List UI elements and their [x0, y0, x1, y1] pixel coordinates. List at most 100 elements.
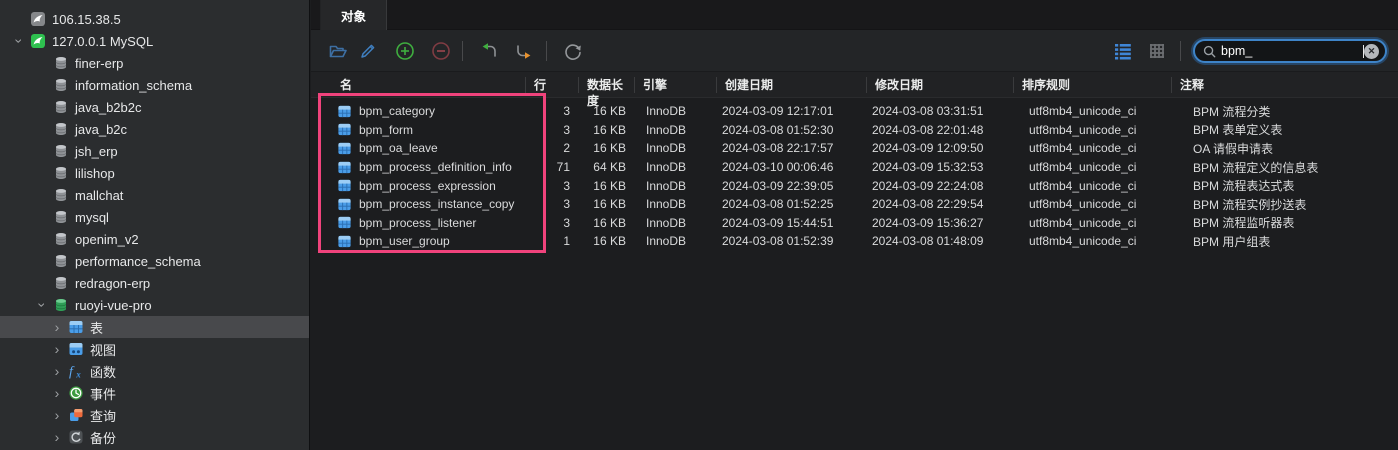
objects-panel: 对象 [311, 0, 1398, 450]
tree-item-icon [53, 187, 69, 203]
table-row[interactable]: bpm_process_instance_copy 3 16 KB InnoDB… [311, 195, 1398, 214]
table-icon [337, 234, 352, 249]
tree-item-label: jsh_erp [75, 144, 118, 159]
data-length: 16 KB [578, 179, 634, 193]
collation: utf8mb4_unicode_ci [1013, 216, 1171, 230]
comment: BPM 用户组表 [1171, 233, 1398, 250]
column-header-rows[interactable]: 行 [525, 77, 578, 93]
table-row[interactable]: bpm_process_listener 3 16 KB InnoDB 2024… [311, 214, 1398, 233]
tree-item[interactable]: openim_v2 [0, 228, 309, 250]
chevron-icon[interactable] [46, 341, 68, 357]
tree-item[interactable]: 表 [0, 316, 309, 338]
clear-search-button[interactable]: ✕ [1364, 44, 1379, 59]
column-header-datalen[interactable]: 数据长度 [578, 77, 634, 93]
tree-item-label: mysql [75, 210, 109, 225]
engine: InnoDB [634, 197, 716, 211]
tree-item[interactable]: jsh_erp [0, 140, 309, 162]
table-row[interactable]: bpm_process_definition_info 71 64 KB Inn… [311, 158, 1398, 177]
tab-objects-label: 对象 [341, 6, 366, 25]
tree-item[interactable]: finer-erp [0, 52, 309, 74]
tree-item[interactable]: information_schema [0, 74, 309, 96]
chevron-icon[interactable] [46, 429, 68, 445]
tree-item-icon [53, 297, 69, 313]
refresh-button[interactable] [563, 41, 583, 61]
row-count: 3 [525, 104, 578, 118]
tree-item[interactable]: lilishop [0, 162, 309, 184]
export-wizard-button[interactable] [514, 41, 534, 61]
design-table-button[interactable] [358, 41, 378, 61]
engine: InnoDB [634, 123, 716, 137]
table-name: bpm_category [359, 104, 435, 118]
row-count: 2 [525, 141, 578, 155]
tree-item[interactable]: 函数 [0, 360, 309, 382]
chevron-icon[interactable] [46, 363, 68, 379]
row-count: 3 [525, 123, 578, 137]
tab-objects[interactable]: 对象 [320, 0, 387, 30]
data-length: 16 KB [578, 123, 634, 137]
table-row[interactable]: bpm_oa_leave 2 16 KB InnoDB 2024-03-08 2… [311, 139, 1398, 158]
row-count: 3 [525, 216, 578, 230]
created-date: 2024-03-08 01:52:25 [716, 197, 866, 211]
tree-item-icon [30, 33, 46, 49]
import-wizard-button[interactable] [479, 41, 499, 61]
search-icon [1203, 45, 1216, 58]
tree-item-icon [68, 429, 84, 445]
table-icon [337, 178, 352, 193]
tree-item[interactable]: mallchat [0, 184, 309, 206]
tree-item[interactable]: performance_schema [0, 250, 309, 272]
tree-item[interactable]: 事件 [0, 382, 309, 404]
table-row[interactable]: bpm_process_expression 3 16 KB InnoDB 20… [311, 176, 1398, 195]
tab-bar: 对象 [311, 0, 1398, 30]
tree-item[interactable]: mysql [0, 206, 309, 228]
column-header-comment[interactable]: 注释 [1171, 77, 1398, 93]
row-count: 1 [525, 234, 578, 248]
tree-item[interactable]: ruoyi-vue-pro [0, 294, 309, 316]
table-row[interactable]: bpm_category 3 16 KB InnoDB 2024-03-09 1… [311, 102, 1398, 121]
object-toolbar: bpm_ ✕ [311, 30, 1398, 72]
tree-item[interactable]: redragon-erp [0, 272, 309, 294]
toolbar-separator [546, 41, 547, 61]
search-input[interactable]: bpm_ ✕ [1193, 39, 1387, 63]
new-table-button[interactable] [395, 41, 415, 61]
engine: InnoDB [634, 104, 716, 118]
delete-table-button[interactable] [431, 41, 451, 61]
table-name: bpm_form [359, 123, 413, 137]
list-view-button[interactable] [1113, 41, 1133, 61]
tree-item-label: performance_schema [75, 254, 201, 269]
tree-item[interactable]: 查询 [0, 404, 309, 426]
tree-item-label: java_b2b2c [75, 100, 142, 115]
table-name: bpm_process_listener [359, 216, 476, 230]
tree-item-label: 备份 [90, 428, 116, 447]
chevron-icon[interactable] [46, 407, 68, 423]
engine: InnoDB [634, 160, 716, 174]
table-row[interactable]: bpm_user_group 1 16 KB InnoDB 2024-03-08… [311, 232, 1398, 251]
column-header-name[interactable]: 名 [311, 77, 525, 93]
table-name: bpm_process_instance_copy [359, 197, 514, 211]
grid-view-button[interactable] [1147, 41, 1167, 61]
chevron-icon[interactable] [8, 33, 30, 49]
tree-item[interactable]: 视图 [0, 338, 309, 360]
tree-item[interactable]: java_b2c [0, 118, 309, 140]
column-header-engine[interactable]: 引擎 [634, 77, 716, 93]
tree-item[interactable]: java_b2b2c [0, 96, 309, 118]
table-icon [337, 104, 352, 119]
comment: BPM 流程定义的信息表 [1171, 159, 1398, 176]
chevron-icon[interactable] [31, 297, 53, 313]
table-row[interactable]: bpm_form 3 16 KB InnoDB 2024-03-08 01:52… [311, 121, 1398, 140]
tree-item[interactable]: 备份 [0, 426, 309, 448]
tree-item[interactable]: 106.15.38.5 [0, 8, 309, 30]
chevron-icon[interactable] [46, 385, 68, 401]
collation: utf8mb4_unicode_ci [1013, 234, 1171, 248]
column-header-collation[interactable]: 排序规则 [1013, 77, 1171, 93]
tree-item[interactable]: 127.0.0.1 MySQL [0, 30, 309, 52]
tree-item-label: 事件 [90, 384, 116, 403]
tree-item-icon [53, 231, 69, 247]
chevron-icon[interactable] [46, 319, 68, 335]
table-name: bpm_process_definition_info [359, 160, 512, 174]
comment: OA 请假申请表 [1171, 140, 1398, 157]
column-header-created[interactable]: 创建日期 [716, 77, 866, 93]
tree-item-label: 表 [90, 318, 103, 337]
comment: BPM 流程实例抄送表 [1171, 196, 1398, 213]
open-table-button[interactable] [328, 41, 348, 61]
column-header-modified[interactable]: 修改日期 [866, 77, 1013, 93]
